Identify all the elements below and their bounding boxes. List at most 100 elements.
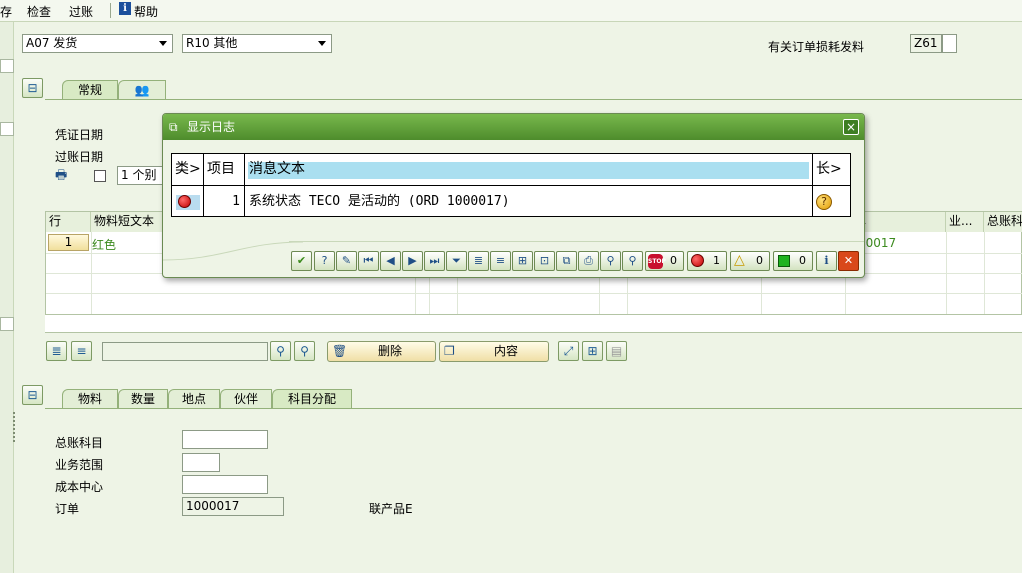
divider [289,241,864,242]
tab-location[interactable]: 地点 [168,389,220,408]
tab-partner[interactable]: 👥 [118,80,166,99]
left-strip-segment[interactable] [0,59,14,73]
dialog-title-bar[interactable]: ⧉ 显示日志 [163,114,864,140]
find-icon[interactable]: ⚲ [600,251,621,271]
row-long-text-cell[interactable]: ? [812,185,850,216]
menu-save[interactable]: 存 [0,3,12,20]
info-icon[interactable]: i [816,251,837,271]
help-icon[interactable]: ? [314,251,335,271]
dialog-title: 显示日志 [187,120,236,134]
find-next-icon[interactable]: ⚲ [294,341,315,361]
help-question-icon[interactable]: ? [816,194,832,210]
row-item-cell: 1 [204,185,245,216]
row-type-cell[interactable] [172,185,204,216]
doc-date-label: 凭证日期 [55,128,104,142]
menu-help[interactable]: 帮助 [134,3,158,20]
table-scroll-area [45,315,1022,333]
find-next-icon[interactable]: ⚲ [622,251,643,271]
cancel-icon[interactable]: ✕ [838,251,859,271]
tab-material[interactable]: 物料 [62,389,118,408]
checkmark-icon[interactable]: ✔ [291,251,312,271]
deselect-all-icon[interactable]: ≡ [71,341,92,361]
row-text-cell[interactable]: 系统状态 TECO 是活动的 (ORD 1000017) [245,185,812,216]
col-header-order[interactable]: 单 [851,212,946,232]
close-icon[interactable]: × [843,119,859,135]
warning-filter-button[interactable]: △ 0 [730,251,770,271]
post-date-label: 过账日期 [55,150,104,164]
error-filter-button[interactable]: 1 [687,251,727,271]
menu-separator [110,3,111,18]
tab-partner-detail[interactable]: 伙伴 [220,389,272,408]
col-header-type[interactable]: 类> [172,154,204,185]
col-header-text-cell[interactable]: 消息文本 [245,154,812,185]
tab-quantity[interactable]: 数量 [118,389,168,408]
left-strip-segment[interactable] [0,317,14,331]
movement-combo[interactable]: A07 发货 [22,34,173,53]
menu-bar: 存 检查 过账 i 帮助 [0,0,1022,22]
previous-page-icon[interactable]: ◀ [380,251,401,271]
col-header-line[interactable]: 行 [46,212,91,232]
cost-center-label: 成本中心 [55,480,104,494]
reference-combo-value: R10 其他 [186,36,238,50]
error-count: 1 [713,254,720,267]
col-header-gl[interactable]: 总账科 [984,212,1022,232]
movement-type-extra-field[interactable] [942,34,957,53]
print-icon[interactable]: ⎙ [578,251,599,271]
save-layout-icon[interactable]: ⧉ [556,251,577,271]
movement-desc: 有关订单损耗发料 [768,40,865,54]
printer-icon[interactable]: 🖶 [55,166,73,183]
order-field[interactable]: 1000017 [182,497,284,516]
message-table: 类> 项目 消息文本 长> 1 系统状态 TECO 是活动的 (ORD 1000… [171,153,851,217]
chevron-down-icon [318,41,326,46]
error-light-icon [178,195,191,208]
cost-center-field[interactable] [182,475,268,494]
movement-type-field: Z61 [910,34,942,53]
tab-account-assignment[interactable]: 科目分配 [272,389,352,408]
tab-general[interactable]: 常规 [62,80,118,99]
print-checkbox[interactable] [94,170,106,182]
content-label: 内容 [494,344,519,358]
sort-ascending-icon[interactable]: ≣ [468,251,489,271]
col-header-business-area[interactable]: 业... [946,212,984,232]
slip-combo-value: 1 个别 [121,168,157,182]
first-page-icon[interactable]: ⏮ [358,251,379,271]
business-area-field[interactable] [182,453,220,472]
left-strip-segment[interactable] [0,122,14,136]
content-button[interactable]: ❐ 内容 [439,341,549,362]
filter-icon[interactable]: ⏷ [446,251,467,271]
layout-icon[interactable]: ⊞ [512,251,533,271]
people-icon: 👥 [134,83,150,97]
choose-layout-icon[interactable]: ⊡ [534,251,555,271]
menu-post[interactable]: 过账 [69,3,93,20]
expand-icon[interactable]: ⤢ [558,341,579,361]
stop-filter-button[interactable]: STOP 0 [645,251,684,271]
expand-header-icon[interactable]: ⊟ [22,78,43,98]
stop-count: 0 [670,254,677,267]
last-page-icon[interactable]: ⏭ [424,251,445,271]
expand-detail-icon[interactable]: ⊟ [22,385,43,405]
sort-descending-icon[interactable]: ≡ [490,251,511,271]
delete-button[interactable]: 🗑 删除 [327,341,436,362]
hierarchy-icon[interactable]: ⊞ [582,341,603,361]
decorative-curve [163,241,303,261]
find-input[interactable] [102,342,268,361]
order-description: 联产品E [369,502,413,516]
stop-sign-icon: STOP [648,254,666,269]
col-header-long-text[interactable]: 长> [812,154,850,185]
technical-info-icon[interactable]: ✎ [336,251,357,271]
select-all-icon[interactable]: ≣ [46,341,67,361]
next-page-icon[interactable]: ▶ [402,251,423,271]
reference-combo[interactable]: R10 其他 [182,34,332,53]
col-header-highlight [248,162,809,179]
row-number-button[interactable]: 1 [48,234,89,251]
splitter-handle[interactable] [13,412,16,442]
display-log-dialog: ⧉ 显示日志 × 类> 项目 消息文本 长> 1 系统状态 TECO 是活动的 … [162,113,865,278]
binoculars-icon[interactable]: ⚲ [270,341,291,361]
error-light-icon [691,254,704,267]
col-header-text: 消息文本 [249,161,305,177]
col-header-item[interactable]: 项目 [204,154,245,185]
success-filter-button[interactable]: 0 [773,251,813,271]
gl-account-field[interactable] [182,430,268,449]
row-short-text[interactable]: 红色 [92,236,116,253]
menu-check[interactable]: 检查 [27,3,51,20]
